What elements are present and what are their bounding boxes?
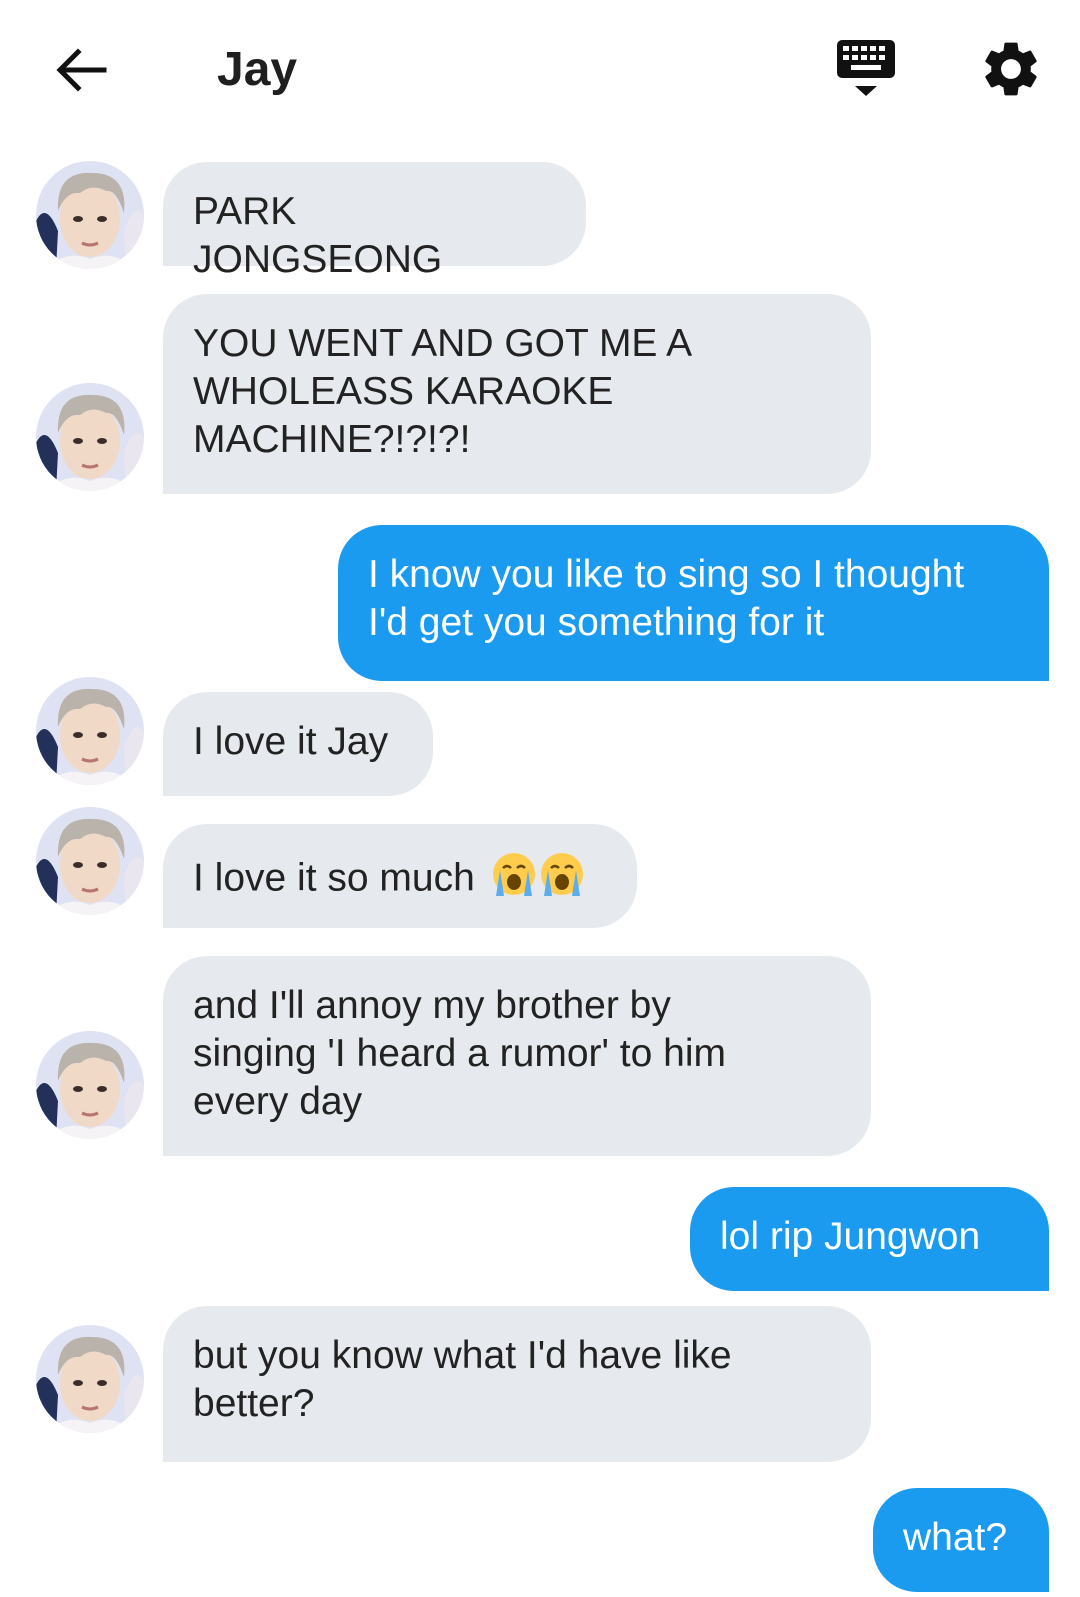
message-incoming[interactable]: YOU WENT AND GOT ME A WHOLEASS KARAOKE M… xyxy=(163,294,871,494)
message-incoming[interactable]: but you know what I'd have like better? xyxy=(163,1306,871,1462)
contact-avatar[interactable] xyxy=(36,677,144,785)
contact-avatar[interactable] xyxy=(36,1325,144,1433)
message-incoming[interactable]: PARK JONGSEONG xyxy=(163,162,586,281)
back-button[interactable] xyxy=(52,40,112,100)
message-outgoing[interactable]: lol rip Jungwon xyxy=(690,1187,1049,1291)
gear-icon xyxy=(985,42,1037,96)
message-incoming[interactable]: I love it Jay xyxy=(163,692,433,796)
chat-header: Jay xyxy=(0,0,1080,140)
message-outgoing[interactable]: I know you like to sing so I thought I'd… xyxy=(338,525,1049,681)
contact-avatar[interactable] xyxy=(36,1031,144,1139)
chat-title: Jay xyxy=(217,43,298,96)
keyboard-hide-icon xyxy=(837,40,895,96)
contact-avatar[interactable] xyxy=(36,161,144,269)
settings-button[interactable] xyxy=(978,36,1044,102)
message-incoming[interactable]: I love it so much xyxy=(163,824,637,928)
message-text: I love it so much xyxy=(193,856,475,900)
message-incoming[interactable]: and I'll annoy my brother by singing 'I … xyxy=(163,956,871,1156)
arrow-left-icon xyxy=(56,48,107,92)
message-outgoing[interactable]: what? xyxy=(873,1488,1049,1592)
keyboard-toggle-button[interactable] xyxy=(833,36,903,106)
contact-avatar[interactable] xyxy=(36,383,144,491)
contact-avatar[interactable] xyxy=(36,807,144,915)
loudly-crying-face-icon xyxy=(490,850,586,910)
